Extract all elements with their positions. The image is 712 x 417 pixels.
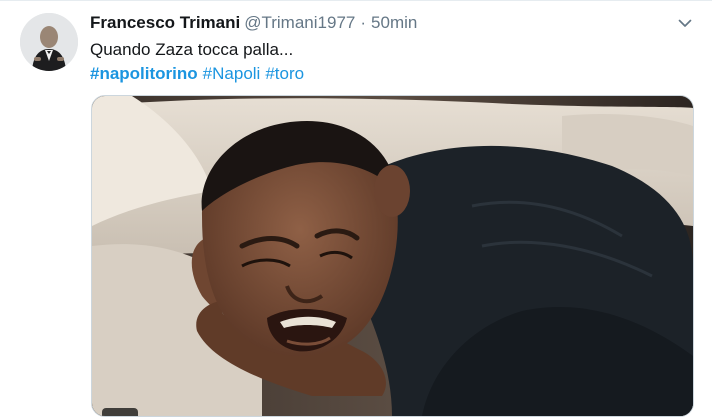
avatar[interactable] [20,13,78,71]
divider [0,0,712,1]
hashtag-toro[interactable]: #toro [265,64,304,83]
author-handle[interactable]: @Trimani1977 [244,13,355,32]
tweet-media-image[interactable] [91,95,694,417]
author-name[interactable]: Francesco Trimani [90,13,240,32]
chevron-down-icon[interactable] [676,14,694,32]
tweet[interactable]: Francesco Trimani @Trimani1977 · 50min Quan… [0,0,712,417]
tweet-header: Francesco Trimani @Trimani1977 · 50min [90,12,417,34]
hashtag-row: #napolitorino #Napoli #toro [90,62,304,85]
hashtag-napoli[interactable]: #Napoli [203,64,261,83]
hashtag-napolitorino[interactable]: #napolitorino [90,64,198,83]
gif-badge [102,408,138,416]
separator-dot: · [360,13,367,32]
tweet-text: Quando Zaza tocca palla... [90,40,294,59]
timestamp[interactable]: 50min [371,13,417,32]
